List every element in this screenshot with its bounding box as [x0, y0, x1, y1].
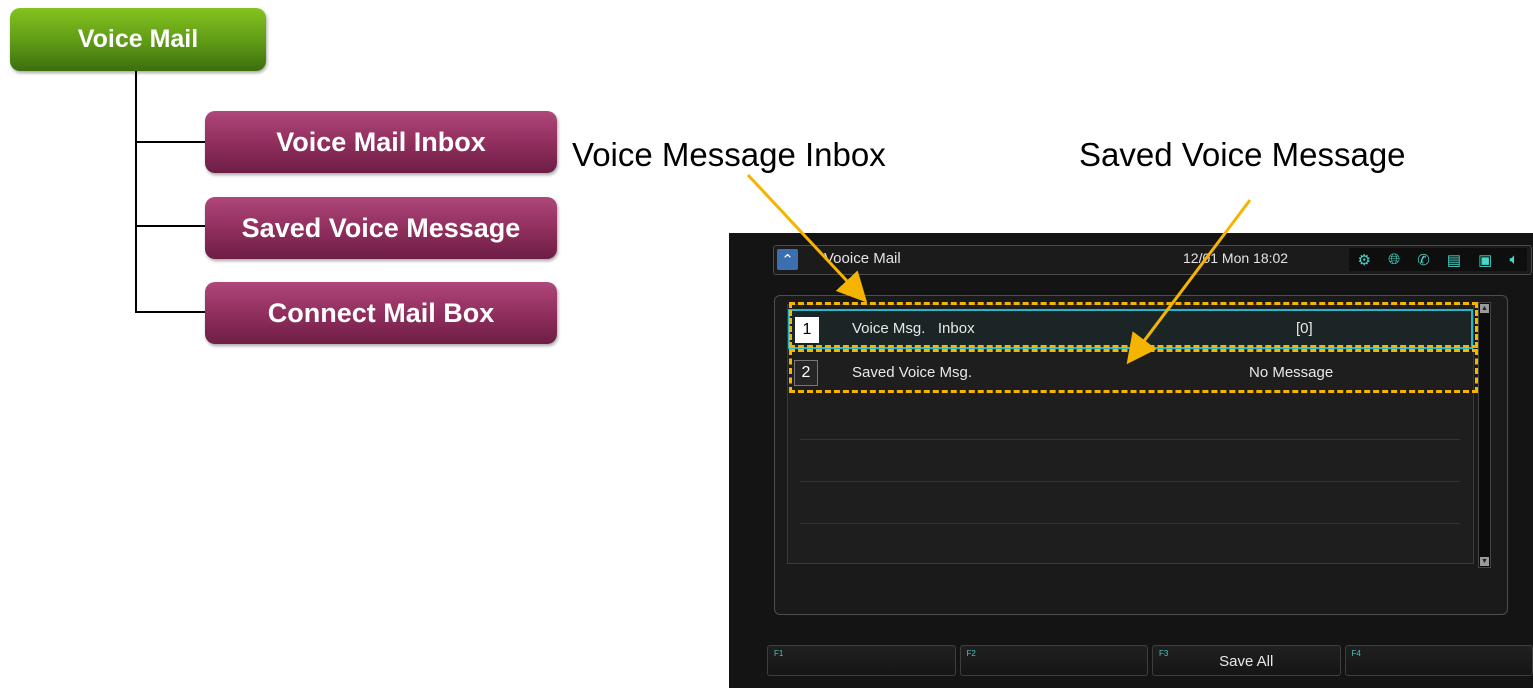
saved-arrow	[1126, 199, 1252, 365]
callout-arrows	[746, 173, 1252, 365]
inbox-arrow	[746, 173, 868, 303]
